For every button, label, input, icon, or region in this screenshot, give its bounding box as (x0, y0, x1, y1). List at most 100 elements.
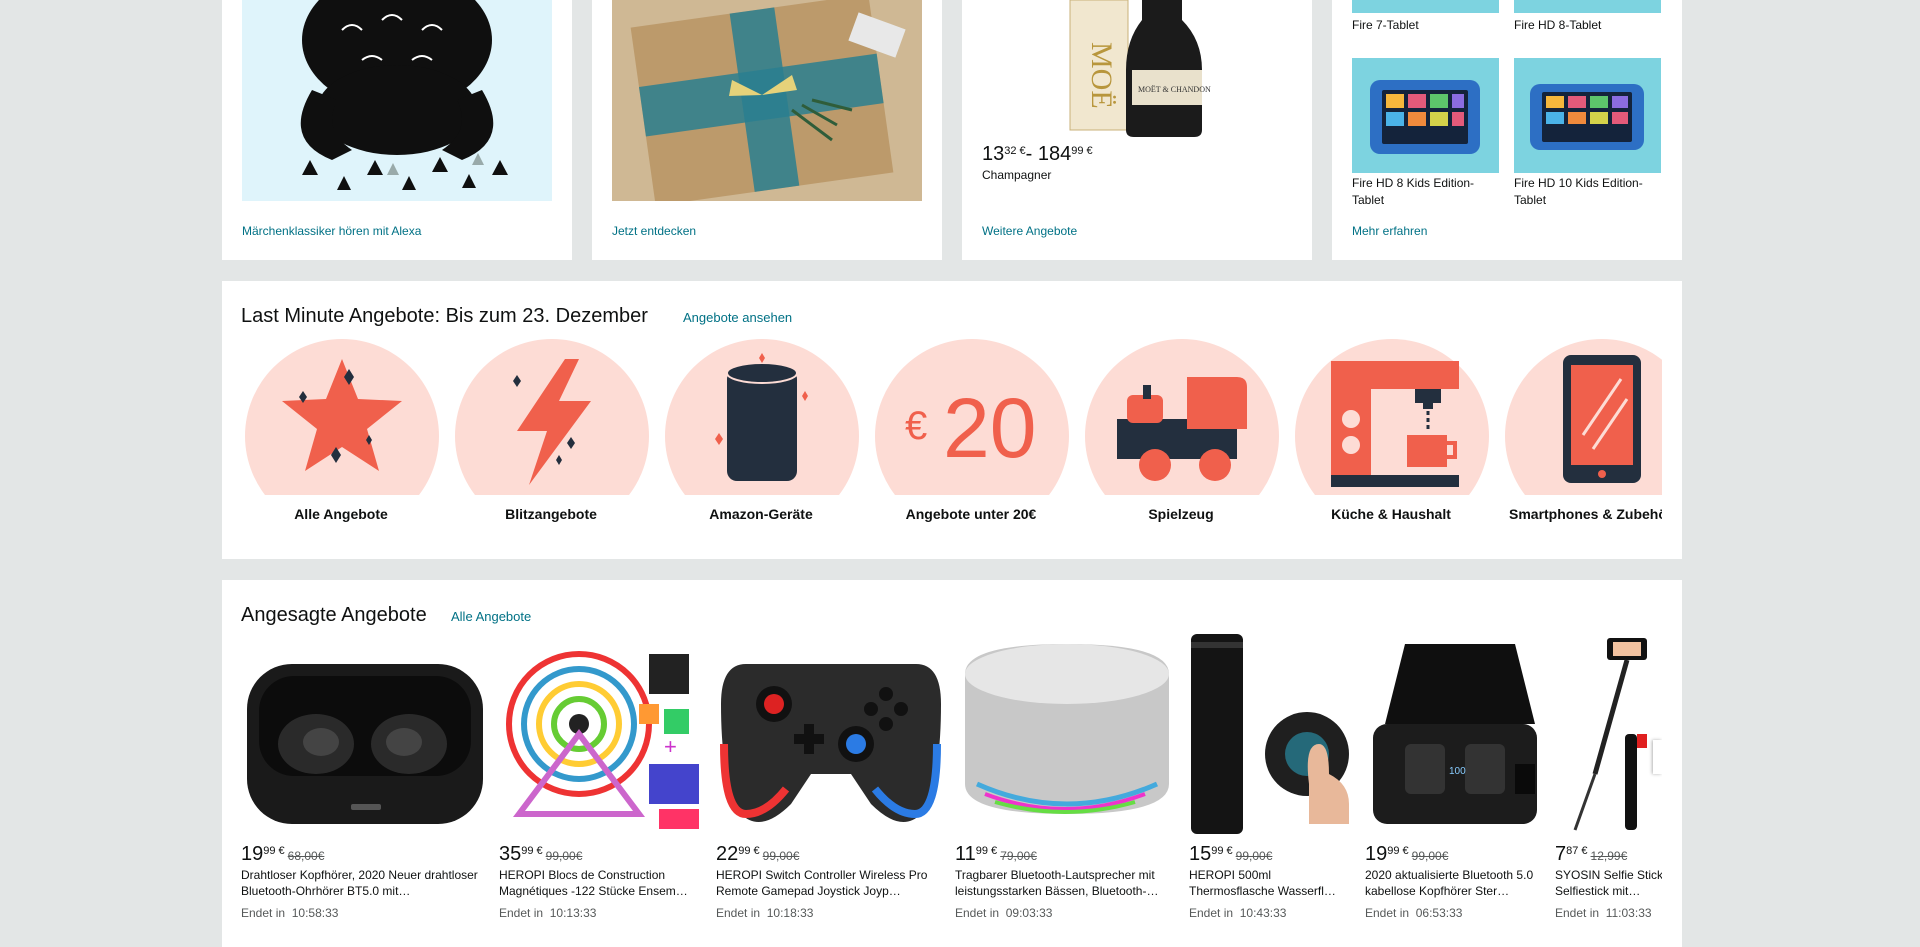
deal-price: 1199 €79,00€ (955, 843, 1037, 866)
ends-time: 10:18:33 (766, 906, 814, 920)
old-price: 99,00€ (545, 849, 583, 863)
fairy-tales-link[interactable]: Märchenklassiker hören mit Alexa (242, 224, 421, 238)
category-amazon-devices[interactable]: Amazon-Geräte (663, 339, 859, 529)
star-icon (282, 359, 402, 471)
deal-image-earbuds-case[interactable]: 100 (1365, 634, 1545, 834)
ends-time: 10:43:33 (1239, 906, 1287, 920)
gift-wrap-image[interactable] (612, 0, 922, 201)
price-main: 19 (241, 843, 264, 865)
champagne-caption: Champagner (982, 168, 1052, 182)
deal-ends: Endet in 11:03:33 (1555, 906, 1652, 920)
tablet-label-fire-hd-8[interactable]: Fire HD 8-Tablet (1514, 18, 1601, 32)
tablet-label-fire-7[interactable]: Fire 7-Tablet (1352, 18, 1419, 32)
deal-title[interactable]: Tragbarer Bluetooth-Lautsprecher mit lei… (955, 867, 1179, 899)
discover-link[interactable]: Jetzt entdecken (612, 224, 696, 238)
deal-title[interactable]: 2020 aktualisierte Bluetooth 5.0 kabello… (1365, 867, 1545, 899)
category-circle (455, 339, 649, 495)
card-fairy-tales: Märchenklassiker hören mit Alexa (222, 0, 572, 260)
deal-title[interactable]: HEROPI Switch Controller Wireless Pro Re… (716, 867, 945, 899)
smartphone-icon (1563, 355, 1641, 483)
deal-card[interactable]: 2299 €99,00€ HEROPI Switch Controller Wi… (716, 634, 945, 924)
deal-image-magnetic-blocks[interactable]: + (499, 634, 706, 834)
ends-prefix: Endet in (716, 906, 761, 920)
lightning-icon (513, 359, 591, 485)
ends-time: 10:13:33 (549, 906, 597, 920)
deal-card[interactable]: 1199 €79,00€ Tragbarer Bluetooth-Lautspr… (955, 634, 1179, 924)
deal-ends: Endet in 10:18:33 (716, 906, 813, 920)
svg-text:MOËT & CHANDON: MOËT & CHANDON (1138, 85, 1211, 94)
price-high-sup: 99 € (1071, 145, 1093, 157)
carousel-next-icon[interactable] (1653, 740, 1662, 774)
deal-card[interactable]: 1599 €99,00€ HEROPI 500ml Thermosflasche… (1189, 634, 1355, 924)
category-circle (1295, 339, 1489, 495)
card-champagne: MOË MOËT & CHANDON 1332 €- 18499 € Champ… (962, 0, 1312, 260)
ends-time: 06:53:33 (1415, 906, 1463, 920)
more-offers-link[interactable]: Weitere Angebote (982, 224, 1077, 238)
deal-ends: Endet in 10:13:33 (499, 906, 596, 920)
price-high-main: 184 (1037, 143, 1072, 165)
learn-more-link[interactable]: Mehr erfahren (1352, 224, 1427, 238)
price-sup: 99 € (738, 845, 760, 857)
price-low-sup: 32 € (1004, 145, 1026, 157)
deal-card[interactable]: 787 €12,99€ SYOSIN Selfie Stick, Mini Se… (1555, 634, 1662, 924)
old-price: 12,99€ (1590, 849, 1628, 863)
price-main: 19 (1365, 843, 1388, 865)
category-label: Alle Angebote (294, 506, 388, 522)
category-toys[interactable]: Spielzeug (1083, 339, 1279, 529)
deal-card[interactable]: + 3599 €99,00€ HEROPI Blocs de Construct… (499, 634, 706, 924)
deal-image-selfie-stick[interactable] (1555, 634, 1662, 834)
ends-time: 11:03:33 (1605, 906, 1652, 920)
deal-ends: Endet in 10:58:33 (241, 906, 338, 920)
tablet-image-fire-hd-8[interactable] (1514, 0, 1661, 13)
deal-card[interactable]: 1999 €68,00€ Drahtloser Kopfhörer, 2020 … (241, 634, 489, 924)
deal-title[interactable]: HEROPI 500ml Thermosflasche Wasserfl… (1189, 867, 1355, 899)
champagne-image[interactable]: MOË MOËT & CHANDON (1062, 0, 1212, 137)
svg-text:20: 20 (943, 381, 1036, 475)
coffee-machine-icon (1331, 361, 1459, 487)
ends-prefix: Endet in (955, 906, 1000, 920)
deal-title[interactable]: Drahtloser Kopfhörer, 2020 Neuer drahtlo… (241, 867, 489, 899)
view-offers-link[interactable]: Angebote ansehen (683, 310, 792, 325)
tablet-image-fire-7[interactable] (1352, 0, 1499, 13)
hot-deals-title: Angesagte Angebote (241, 604, 427, 626)
toad-illustration-image[interactable] (242, 0, 552, 201)
ends-prefix: Endet in (241, 906, 286, 920)
last-minute-title: Last Minute Angebote: Bis zum 23. Dezemb… (241, 305, 648, 327)
category-label: Spielzeug (1148, 506, 1214, 522)
category-all-offers[interactable]: Alle Angebote (243, 339, 439, 529)
tablet-label-fire-hd-8-kids[interactable]: Fire HD 8 Kids Edition-Tablet (1352, 175, 1492, 209)
price-low-main: 13 (982, 143, 1005, 165)
ends-prefix: Endet in (499, 906, 544, 920)
old-price: 68,00€ (287, 849, 325, 863)
deal-image-gamepad[interactable] (716, 634, 945, 834)
deal-image-thermos[interactable] (1189, 634, 1355, 834)
toy-truck-icon (1117, 377, 1247, 481)
deal-price: 3599 €99,00€ (499, 843, 582, 866)
ends-prefix: Endet in (1555, 906, 1600, 920)
category-circle: € 20 (875, 339, 1069, 495)
deal-card[interactable]: 100 1999 €99,00€ 2020 aktualisierte Blue… (1365, 634, 1545, 924)
svg-text:100: 100 (1449, 766, 1466, 777)
category-label: Blitzangebote (505, 506, 597, 522)
card-fire-tablets: Fire 7-Tablet Fire HD 8-Tablet Fire HD 8… (1332, 0, 1682, 260)
category-circle (1505, 339, 1662, 495)
category-under-20[interactable]: € 20 Angebote unter 20€ (873, 339, 1069, 529)
deal-title[interactable]: HEROPI Blocs de Construction Magnétiques… (499, 867, 706, 899)
card-gift-wrap: Jetzt entdecken (592, 0, 942, 260)
tablet-image-fire-hd-8-kids[interactable] (1352, 58, 1499, 173)
deal-price: 1999 €99,00€ (1365, 843, 1448, 866)
ends-prefix: Endet in (1189, 906, 1234, 920)
category-lightning-deals[interactable]: Blitzangebote (453, 339, 649, 529)
category-label: Küche & Haushalt (1331, 506, 1451, 522)
deal-image-earbuds[interactable] (241, 634, 489, 834)
tablet-label-fire-hd-10-kids[interactable]: Fire HD 10 Kids Edition-Tablet (1514, 175, 1659, 209)
all-deals-link[interactable]: Alle Angebote (451, 609, 531, 624)
deal-price: 787 €12,99€ (1555, 843, 1627, 866)
euro-20-icon: € 20 (905, 381, 1036, 475)
category-kitchen-household[interactable]: Küche & Haushalt (1293, 339, 1489, 529)
category-smartphones[interactable]: Smartphones & Zubehör (1503, 339, 1662, 529)
tablet-image-fire-hd-10-kids[interactable] (1514, 58, 1661, 173)
deal-title[interactable]: SYOSIN Selfie Stick, Mini Selfiestick mi… (1555, 867, 1662, 899)
category-label: Angebote unter 20€ (905, 506, 1037, 522)
deal-image-speaker[interactable] (955, 634, 1179, 834)
